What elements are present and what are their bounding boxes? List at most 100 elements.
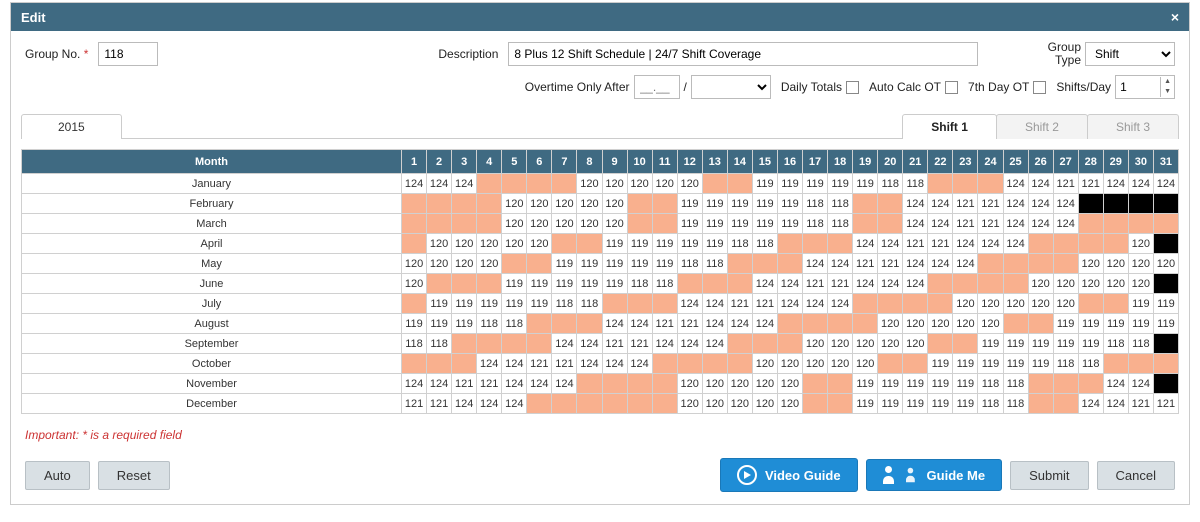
cell[interactable]: 118 <box>803 194 828 214</box>
cell[interactable]: 120 <box>527 194 552 214</box>
cell[interactable] <box>402 214 427 234</box>
cell[interactable]: 119 <box>577 274 602 294</box>
cell[interactable]: 120 <box>1153 254 1178 274</box>
cell[interactable] <box>1003 314 1028 334</box>
cell[interactable] <box>452 274 477 294</box>
cell[interactable] <box>1053 234 1078 254</box>
cell[interactable]: 119 <box>1028 354 1053 374</box>
cell[interactable]: 119 <box>452 294 477 314</box>
cell[interactable]: 119 <box>1003 354 1028 374</box>
cell[interactable]: 119 <box>978 334 1003 354</box>
cell[interactable] <box>1028 234 1053 254</box>
cell[interactable]: 120 <box>752 374 777 394</box>
cell[interactable]: 124 <box>1003 194 1028 214</box>
cell[interactable]: 119 <box>452 314 477 334</box>
cell[interactable] <box>477 174 502 194</box>
cell[interactable]: 120 <box>502 214 527 234</box>
cell[interactable] <box>602 394 627 414</box>
cell[interactable]: 120 <box>752 354 777 374</box>
cell[interactable] <box>627 394 652 414</box>
cell[interactable]: 119 <box>477 294 502 314</box>
daily-totals-checkbox[interactable] <box>846 81 859 94</box>
cell[interactable]: 124 <box>402 174 427 194</box>
cell[interactable] <box>1153 334 1178 354</box>
cell[interactable]: 124 <box>1128 174 1153 194</box>
cell[interactable]: 119 <box>627 254 652 274</box>
cell[interactable]: 124 <box>752 274 777 294</box>
cell[interactable]: 120 <box>602 194 627 214</box>
cell[interactable] <box>727 334 752 354</box>
cell[interactable]: 124 <box>803 254 828 274</box>
cell[interactable]: 120 <box>577 174 602 194</box>
cell[interactable] <box>1028 374 1053 394</box>
cell[interactable]: 124 <box>602 354 627 374</box>
cell[interactable]: 120 <box>677 174 702 194</box>
cell[interactable] <box>727 174 752 194</box>
cell[interactable]: 119 <box>928 394 953 414</box>
cell[interactable]: 121 <box>627 334 652 354</box>
cell[interactable] <box>853 194 878 214</box>
cell[interactable]: 124 <box>853 274 878 294</box>
cell[interactable]: 120 <box>1128 234 1153 254</box>
cell[interactable]: 124 <box>602 314 627 334</box>
cell[interactable]: 119 <box>1103 314 1128 334</box>
cell[interactable]: 118 <box>803 214 828 234</box>
guide-me-button[interactable]: Guide Me <box>866 459 1003 491</box>
cell[interactable]: 119 <box>777 214 802 234</box>
cell[interactable]: 119 <box>1003 334 1028 354</box>
cell[interactable] <box>502 174 527 194</box>
cell[interactable]: 120 <box>602 174 627 194</box>
cell[interactable]: 121 <box>978 214 1003 234</box>
cell[interactable] <box>727 354 752 374</box>
cell[interactable]: 118 <box>1128 334 1153 354</box>
cell[interactable]: 119 <box>1153 294 1178 314</box>
cell[interactable]: 124 <box>577 334 602 354</box>
shifts-per-day-input[interactable] <box>1116 76 1160 98</box>
cell[interactable] <box>1103 294 1128 314</box>
cell[interactable]: 119 <box>727 194 752 214</box>
shifts-per-day-spinner[interactable]: ▲▼ <box>1115 75 1175 99</box>
cell[interactable]: 119 <box>878 374 903 394</box>
cell[interactable]: 119 <box>1128 294 1153 314</box>
cell[interactable]: 119 <box>677 194 702 214</box>
cell[interactable]: 118 <box>477 314 502 334</box>
cell[interactable] <box>577 314 602 334</box>
cell[interactable]: 119 <box>552 274 577 294</box>
cell[interactable]: 120 <box>777 374 802 394</box>
cell[interactable] <box>402 294 427 314</box>
cell[interactable]: 119 <box>702 194 727 214</box>
cell[interactable]: 118 <box>1078 354 1103 374</box>
cell[interactable]: 124 <box>853 234 878 254</box>
cell[interactable]: 124 <box>702 314 727 334</box>
cell[interactable]: 121 <box>452 374 477 394</box>
cell[interactable]: 120 <box>978 314 1003 334</box>
shift-tab-2[interactable]: Shift 2 <box>996 114 1088 139</box>
overtime-after-select[interactable] <box>691 75 771 99</box>
cell[interactable]: 124 <box>1128 374 1153 394</box>
cell[interactable] <box>953 274 978 294</box>
cell[interactable]: 118 <box>552 294 577 314</box>
cell[interactable]: 124 <box>552 334 577 354</box>
cell[interactable]: 118 <box>1103 334 1128 354</box>
cell[interactable]: 120 <box>702 394 727 414</box>
cell[interactable]: 119 <box>427 314 452 334</box>
cell[interactable]: 121 <box>427 394 452 414</box>
cell[interactable]: 119 <box>752 214 777 234</box>
cell[interactable]: 124 <box>702 294 727 314</box>
cell[interactable]: 120 <box>502 194 527 214</box>
cell[interactable]: 124 <box>777 294 802 314</box>
cell[interactable]: 121 <box>1053 174 1078 194</box>
cell[interactable]: 118 <box>978 374 1003 394</box>
cell[interactable]: 124 <box>427 174 452 194</box>
cell[interactable]: 124 <box>502 354 527 374</box>
cell[interactable]: 124 <box>727 314 752 334</box>
cell[interactable] <box>652 354 677 374</box>
cell[interactable]: 118 <box>978 394 1003 414</box>
cell[interactable]: 119 <box>777 174 802 194</box>
cell[interactable]: 124 <box>1078 394 1103 414</box>
cell[interactable] <box>777 314 802 334</box>
cell[interactable] <box>552 314 577 334</box>
cell[interactable] <box>602 294 627 314</box>
cell[interactable]: 120 <box>878 334 903 354</box>
cell[interactable] <box>1153 214 1178 234</box>
